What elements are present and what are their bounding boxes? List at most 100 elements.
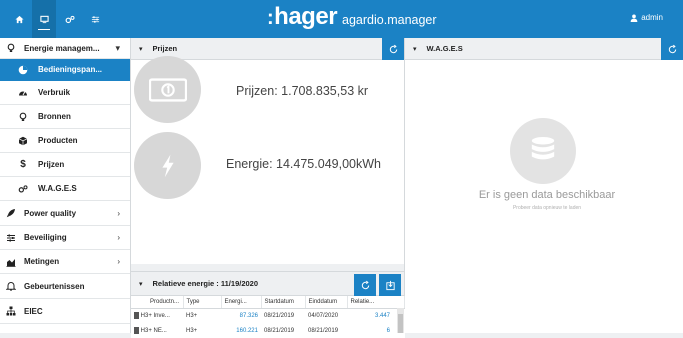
sidebar-item-label: EIEC [24,306,43,316]
rocket-icon [5,207,17,219]
gauge-icon [17,87,29,99]
device-icon [134,312,139,320]
sidebar-item-label: Prijzen [38,160,65,169]
chevron-right-icon: › [117,233,120,242]
sidebar-item-prijzen[interactable]: $ Prijzen [0,153,130,177]
wages-panel-header: ▾ W.A.G.E.S [404,38,683,60]
sidebar-item-beveiliging[interactable]: Beveiliging › [0,226,130,250]
chevron-right-icon: › [117,208,120,218]
price-value: Prijzen: 1.708.835,53 kr [236,84,369,98]
chevron-down-icon[interactable]: ▾ [139,280,143,288]
refresh-icon [389,44,397,53]
sidebar-item-label: Bedieningspan... [38,65,103,74]
sidebar-item-label: W.A.G.E.S [38,184,77,193]
sidebar-item-label: Beveiliging [24,233,67,242]
user-menu[interactable]: admin [630,13,663,22]
cell-type: H3+ [186,312,198,319]
money-circle [134,56,201,123]
panel-title: W.A.G.E.S [426,44,463,53]
monitor-icon[interactable] [32,0,56,38]
sidebar-item-label: Producten [38,136,78,145]
dollar-icon: $ [20,159,26,170]
column-header-start[interactable]: Startdatum [261,296,306,309]
cell-end: 04/07/2020 [308,312,339,319]
energy-table: Productn... Type Energi... Startdatum Ei… [131,296,405,338]
refresh-icon [361,280,369,289]
user-name: admin [641,13,663,22]
sidebar-item-power-quality[interactable]: Power quality › [0,201,130,226]
hager-logo: :hager [267,3,338,30]
energy-circle [134,132,201,199]
table-header-row: Productn... Type Energi... Startdatum Ei… [131,296,405,309]
chevron-down-icon: ▾ [115,42,120,53]
refresh-button[interactable] [661,38,683,60]
cogs-icon[interactable] [58,0,82,38]
sidebar-item-verbruik[interactable]: Verbruik [0,81,130,105]
bulb-icon [17,111,29,123]
home-icon[interactable] [7,0,31,38]
cell-relative: 6 [386,327,390,334]
brand: :hager agardio.manager [267,3,437,33]
sitemap-icon [5,305,17,317]
sidebar-item-label: Power quality [24,208,77,218]
sliders-icon[interactable] [83,0,107,38]
sidebar-item-label: Metingen [24,257,60,266]
sidebar-item-energie-management[interactable]: Energie managem... ▾ [0,38,130,59]
product-name: agardio.manager [342,13,437,27]
refresh-button[interactable] [382,38,404,60]
energy-value: Energie: 14.475.049,00kWh [226,157,381,171]
column-header-type[interactable]: Type [183,296,222,309]
cube-icon [17,135,29,147]
panel-title: Relatieve energie : 11/19/2020 [152,279,259,288]
table-row[interactable]: H3+ Inve... H3+ 87.326 08/21/2019 04/07/… [131,308,404,323]
column-header-product[interactable]: Productn... [131,296,184,309]
column-header-energy[interactable]: Energi... [221,296,262,309]
top-bar: :hager agardio.manager admin [0,0,683,38]
table-scrollbar[interactable] [397,308,404,333]
sidebar-item-metingen[interactable]: Metingen › [0,250,130,274]
refresh-icon [668,44,676,53]
prijzen-panel-body: Prijzen: 1.708.835,53 kr Energie: 14.475… [131,56,404,264]
table-row[interactable]: H3+ NE... H3+ 160.221 08/21/2019 08/21/2… [131,323,404,338]
bell-icon [5,280,17,292]
cell-type: H3+ [186,327,198,334]
database-circle [510,118,576,184]
chevron-down-icon[interactable]: ▾ [413,45,417,53]
sidebar-item-label: Bronnen [38,112,71,121]
cell-relative: 3.447 [374,312,390,319]
database-icon [531,137,555,160]
download-icon [385,280,395,290]
cell-energy: 87.326 [239,312,258,319]
area-chart-icon [5,256,17,268]
column-header-end[interactable]: Einddatum [305,296,348,309]
no-data-subtitle[interactable]: Probeer data opnieuw te laden [458,205,636,211]
money-icon [148,77,187,102]
column-header-relative[interactable]: Relatie... [347,296,405,309]
sidebar: Energie managem... ▾ Bedieningspan... Ve… [0,38,131,333]
cell-energy: 160.221 [236,327,258,334]
cell-product: H3+ NE... [140,328,167,335]
chevron-right-icon: › [117,257,120,266]
sidebar-item-producten[interactable]: Producten [0,129,130,153]
sidebar-item-label: Energie managem... [24,43,100,53]
chevron-down-icon[interactable]: ▾ [139,45,143,53]
scrollbar-thumb[interactable] [398,314,403,333]
sidebar-item-eiec[interactable]: EIEC [0,299,130,324]
cell-start: 08/21/2019 [264,327,295,334]
user-icon [630,14,638,22]
energy-panel-header: ▾ Relatieve energie : 11/19/2020 [131,271,404,296]
refresh-button[interactable] [354,274,376,296]
sidebar-item-wages[interactable]: W.A.G.E.S [0,177,130,201]
sidebar-item-label: Gebeurtenissen [24,281,85,291]
bulb-icon [5,42,17,54]
cell-end: 08/21/2019 [308,327,339,334]
sidebar-item-bedieningspaneel[interactable]: Bedieningspan... [0,59,130,81]
dashboard-icon [17,64,29,76]
sliders-icon [5,232,17,244]
export-button[interactable] [379,274,401,296]
sidebar-item-gebeurtenissen[interactable]: Gebeurtenissen [0,274,130,299]
sidebar-item-label: Verbruik [38,88,71,97]
panel-title: Prijzen [152,44,178,53]
sidebar-item-bronnen[interactable]: Bronnen [0,105,130,129]
cogs-icon [17,183,29,195]
